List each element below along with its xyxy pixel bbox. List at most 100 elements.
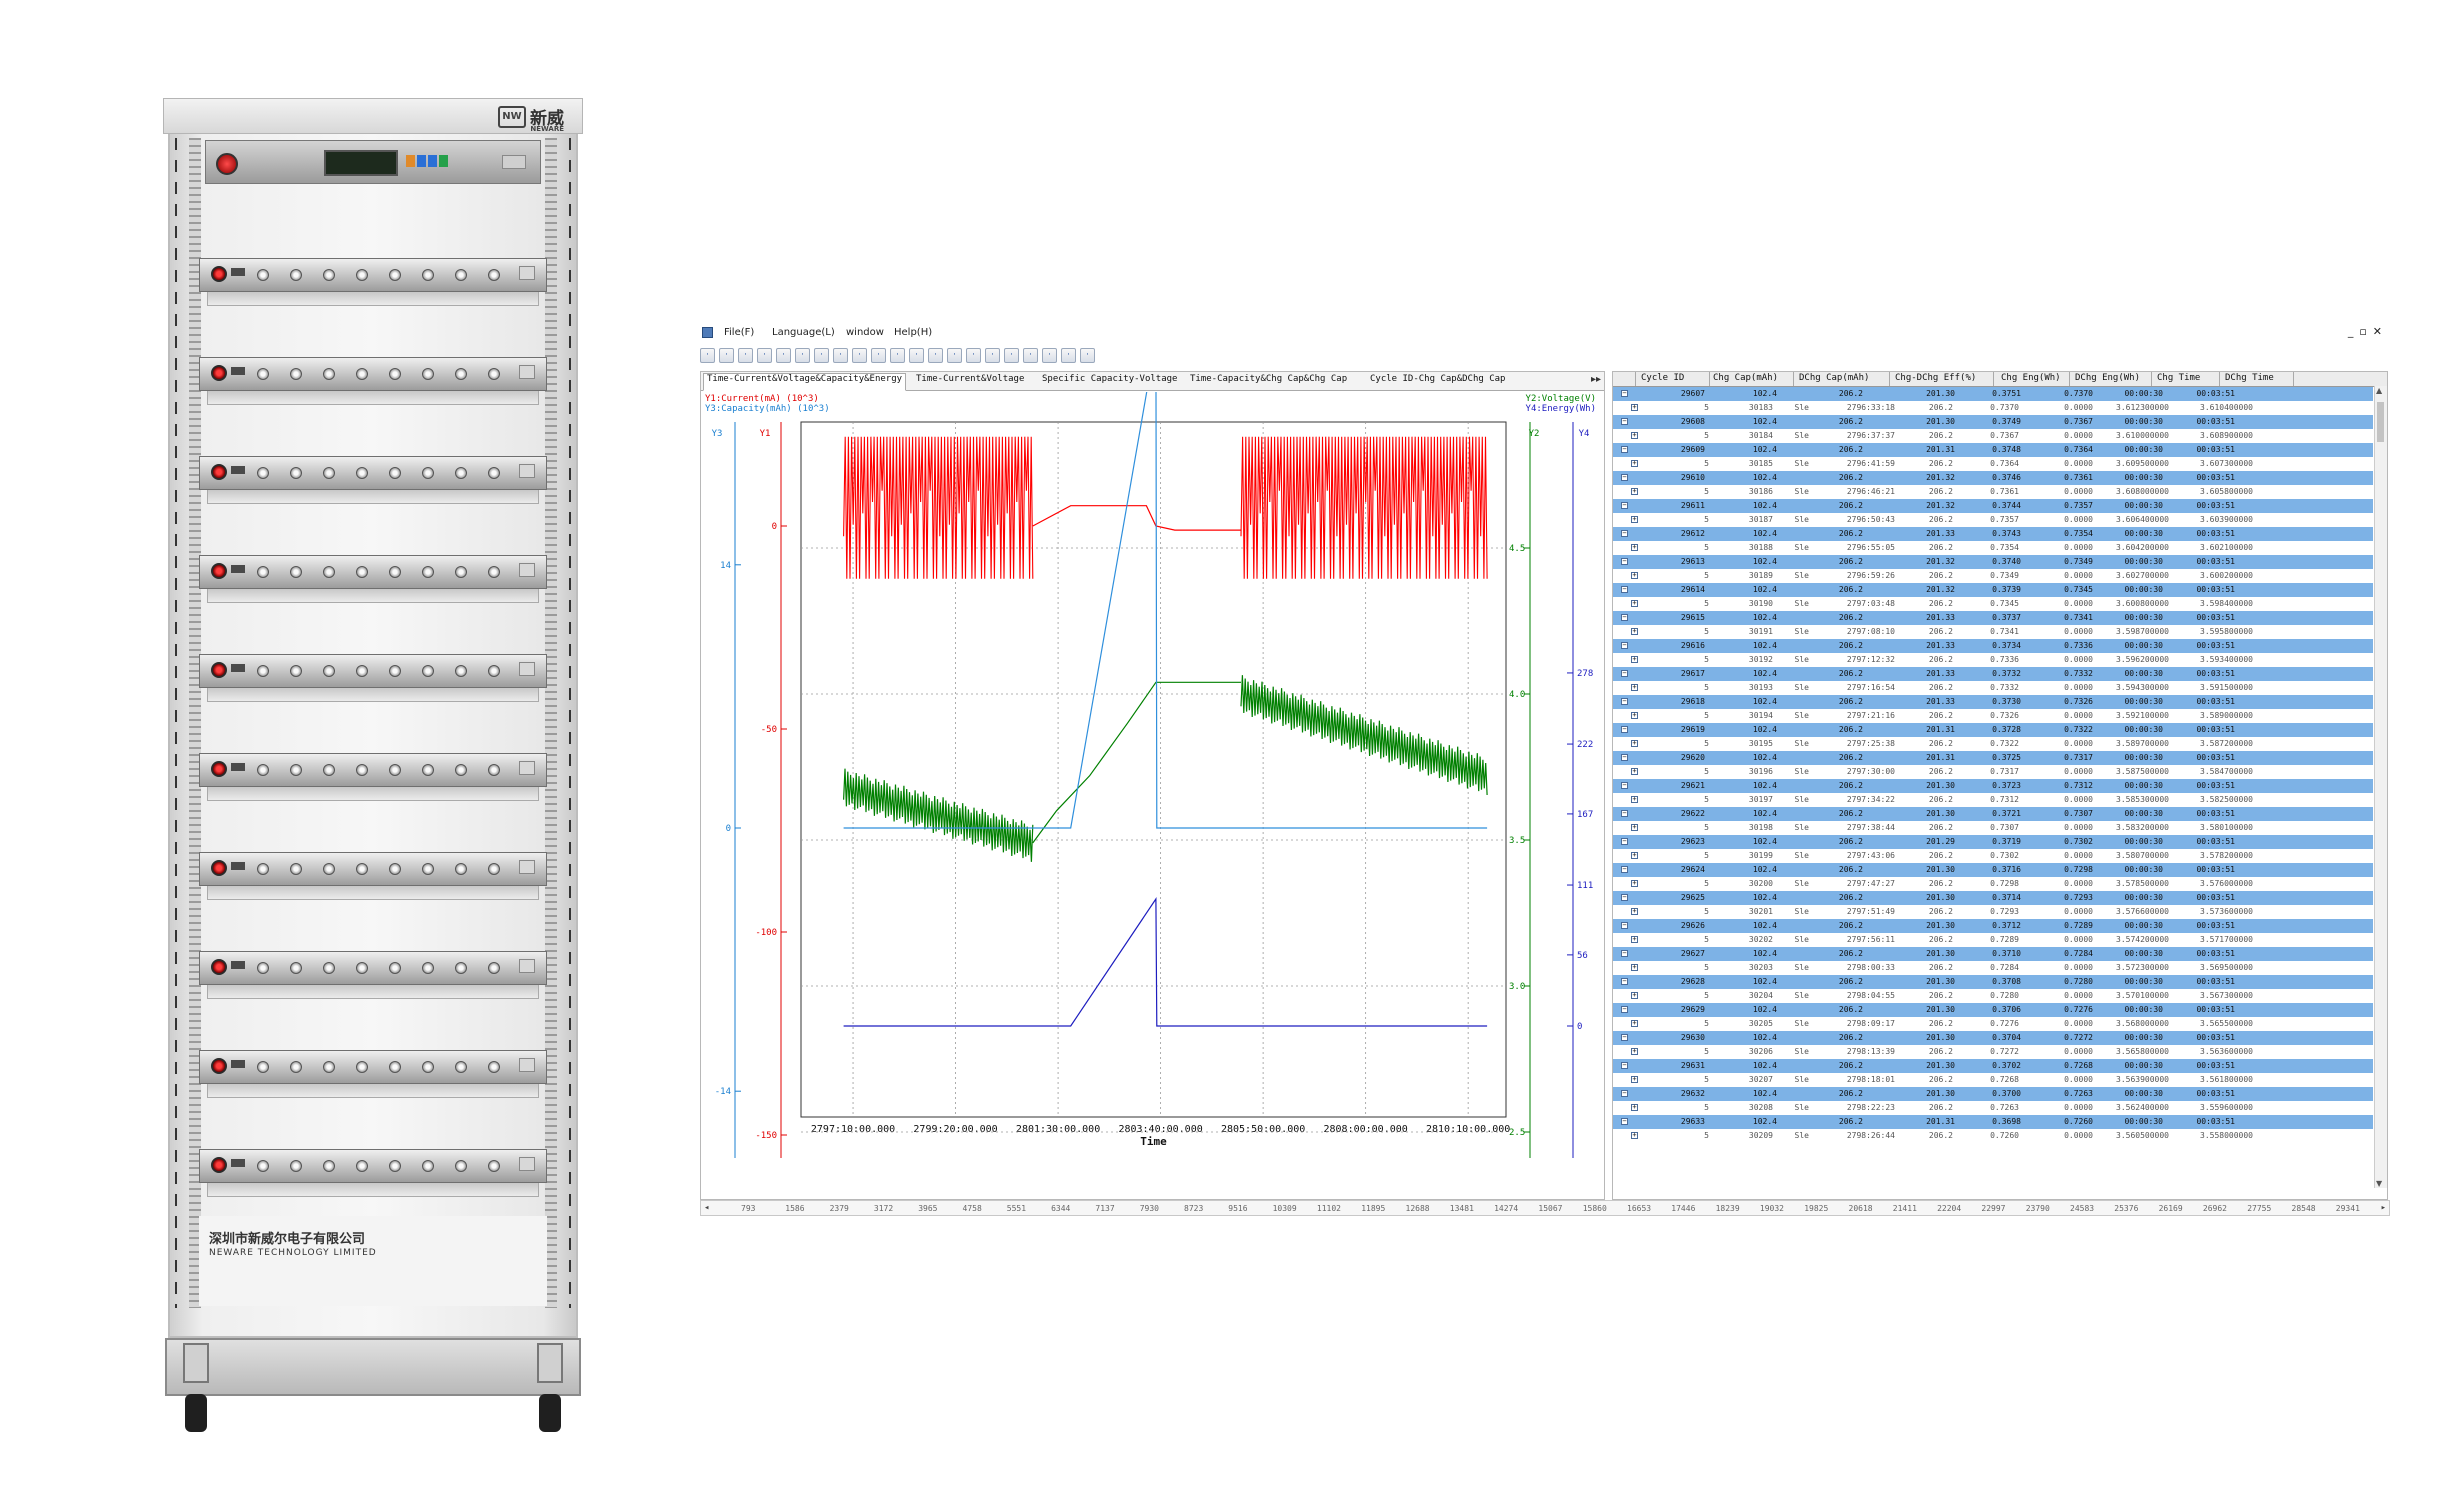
column-header[interactable]: DChg Cap(mAh) — [1799, 373, 1869, 383]
collapse-icon[interactable]: − — [1621, 502, 1628, 509]
column-header[interactable]: Chg Eng(Wh) — [2001, 373, 2061, 383]
zoom-in-icon[interactable]: · — [738, 347, 753, 363]
expand-icon[interactable]: + — [1631, 908, 1638, 915]
scroll-left-icon[interactable]: ◂ — [704, 1203, 709, 1213]
collapse-icon[interactable]: − — [1621, 1118, 1628, 1125]
table-row[interactable]: − 29619 102.4 206.2 201.31 0.3728 0.7322 00:00:… — [1613, 723, 2373, 737]
table-row[interactable]: − 29613 102.4 206.2 201.32 0.3740 0.7349 00:00:… — [1613, 555, 2373, 569]
table-subrow[interactable]: +5 30203 Sle 2798:00:33 206.2 0.7284 0.0000 3.5… — [1613, 961, 2373, 975]
table-row[interactable]: − 29609 102.4 206.2 201.31 0.3748 0.7364 00:00:… — [1613, 443, 2373, 457]
collapse-icon[interactable]: − — [1621, 894, 1628, 901]
scrollbar-thumb[interactable] — [2377, 402, 2384, 442]
scroll-right-icon[interactable]: ▸ — [2381, 1203, 2386, 1213]
collapse-icon[interactable]: − — [1621, 726, 1628, 733]
table-subrow[interactable]: +5 30189 Sle 2796:59:26 206.2 0.7349 0.0000 3.6… — [1613, 569, 2373, 583]
expand-icon[interactable]: + — [1631, 1048, 1638, 1055]
column-header[interactable]: Chg Time — [2157, 373, 2200, 383]
expand-icon[interactable]: + — [1631, 768, 1638, 775]
table-row[interactable]: − 29607 102.4 206.2 201.30 0.3751 0.7370 00:00:… — [1613, 387, 2373, 401]
collapse-icon[interactable]: − — [1621, 810, 1628, 817]
collapse-icon[interactable]: − — [1621, 866, 1628, 873]
table-subrow[interactable]: +5 30201 Sle 2797:51:49 206.2 0.7293 0.0000 3.5… — [1613, 905, 2373, 919]
collapse-icon[interactable]: − — [1621, 586, 1628, 593]
table-row[interactable]: − 29620 102.4 206.2 201.31 0.3725 0.7317 00:00:… — [1613, 751, 2373, 765]
table-row[interactable]: − 29610 102.4 206.2 201.32 0.3746 0.7361 00:00:… — [1613, 471, 2373, 485]
next-icon[interactable]: · — [966, 347, 981, 363]
multi-axis-chart[interactable]: Y1:Current(mA) (10^3)Y3:Capacity(mAh) (1… — [701, 392, 1604, 1198]
table-row[interactable]: − 29629 102.4 206.2 201.30 0.3706 0.7276 00:00:… — [1613, 1003, 2373, 1017]
table-subrow[interactable]: +5 30204 Sle 2798:04:55 206.2 0.7280 0.0000 3.5… — [1613, 989, 2373, 1003]
table-subrow[interactable]: +5 30197 Sle 2797:34:22 206.2 0.7312 0.0000 3.5… — [1613, 793, 2373, 807]
horizontal-record-scrollbar[interactable]: ◂ ▸ 793 1586 2379 3172 3965 4758 5551 6344 7137 7… — [700, 1200, 2390, 1216]
table-row[interactable]: − 29622 102.4 206.2 201.30 0.3721 0.7307 00:00:… — [1613, 807, 2373, 821]
collapse-icon[interactable]: − — [1621, 950, 1628, 957]
table-row[interactable]: − 29617 102.4 206.2 201.33 0.3732 0.7332 00:00:… — [1613, 667, 2373, 681]
expand-icon[interactable]: + — [1631, 460, 1638, 467]
table-subrow[interactable]: +5 30196 Sle 2797:30:00 206.2 0.7317 0.0000 3.5… — [1613, 765, 2373, 779]
table-row[interactable]: − 29630 102.4 206.2 201.30 0.3704 0.7272 00:00:… — [1613, 1031, 2373, 1045]
more-tabs-icon[interactable]: ▸▸ — [1591, 374, 1601, 385]
expand-icon[interactable]: + — [1631, 1020, 1638, 1027]
collapse-icon[interactable]: − — [1621, 698, 1628, 705]
collapse-icon[interactable]: − — [1621, 754, 1628, 761]
menu-help[interactable]: Help(H) — [894, 327, 932, 338]
close-icon[interactable]: ✕ — [2373, 325, 2382, 338]
column-header[interactable]: Chg-DChg Eff(%) — [1895, 373, 1976, 383]
pointer-icon[interactable]: · — [719, 347, 734, 363]
collapse-icon[interactable]: − — [1621, 782, 1628, 789]
table-subrow[interactable]: +5 30199 Sle 2797:43:06 206.2 0.7302 0.0000 3.5… — [1613, 849, 2373, 863]
table-subrow[interactable]: +5 30193 Sle 2797:16:54 206.2 0.7332 0.0000 3.5… — [1613, 681, 2373, 695]
expand-icon[interactable]: + — [1631, 1076, 1638, 1083]
scroll-up-icon[interactable]: ▲ — [2376, 386, 2382, 395]
collapse-icon[interactable]: − — [1621, 978, 1628, 985]
table-subrow[interactable]: +5 30198 Sle 2797:38:44 206.2 0.7307 0.0000 3.5… — [1613, 821, 2373, 835]
table-subrow[interactable]: +5 30188 Sle 2796:55:05 206.2 0.7354 0.0000 3.6… — [1613, 541, 2373, 555]
scroll-down-icon[interactable]: ▼ — [2376, 1179, 2382, 1188]
column-header[interactable]: DChg Eng(Wh) — [2075, 373, 2140, 383]
collapse-icon[interactable]: − — [1621, 1090, 1628, 1097]
tab-time-current-voltage[interactable]: Time-Current&Voltage — [913, 374, 1027, 390]
table-subrow[interactable]: +5 30194 Sle 2797:21:16 206.2 0.7326 0.0000 3.5… — [1613, 709, 2373, 723]
tab-time-capacity[interactable]: Time-Capacity&Chg Cap&Chg Cap — [1187, 374, 1350, 390]
expand-icon[interactable]: + — [1631, 516, 1638, 523]
collapse-icon[interactable]: − — [1621, 446, 1628, 453]
expand-icon[interactable]: + — [1631, 880, 1638, 887]
table-row[interactable]: − 29621 102.4 206.2 201.30 0.3723 0.7312 00:00:… — [1613, 779, 2373, 793]
collapse-icon[interactable]: − — [1621, 530, 1628, 537]
table-subrow[interactable]: +5 30205 Sle 2798:09:17 206.2 0.7276 0.0000 3.5… — [1613, 1017, 2373, 1031]
expand-icon[interactable]: + — [1631, 572, 1638, 579]
table-subrow[interactable]: +5 30200 Sle 2797:47:27 206.2 0.7298 0.0000 3.5… — [1613, 877, 2373, 891]
table-subrow[interactable]: +5 30185 Sle 2796:41:59 206.2 0.7364 0.0000 3.6… — [1613, 457, 2373, 471]
expand-icon[interactable]: + — [1631, 964, 1638, 971]
table-row[interactable]: − 29618 102.4 206.2 201.33 0.3730 0.7326 00:00:… — [1613, 695, 2373, 709]
table-row[interactable]: − 29627 102.4 206.2 201.30 0.3710 0.7284 00:00:… — [1613, 947, 2373, 961]
table-subrow[interactable]: +5 30195 Sle 2797:25:38 206.2 0.7322 0.0000 3.5… — [1613, 737, 2373, 751]
collapse-icon[interactable]: − — [1621, 670, 1628, 677]
table-subrow[interactable]: +5 30209 Sle 2798:26:44 206.2 0.7260 0.0000 3.5… — [1613, 1129, 2373, 1143]
expand-icon[interactable]: + — [1631, 628, 1638, 635]
collapse-icon[interactable]: − — [1621, 1034, 1628, 1041]
table-subrow[interactable]: +5 30202 Sle 2797:56:11 206.2 0.7289 0.0000 3.5… — [1613, 933, 2373, 947]
menu-language[interactable]: Language(L) — [772, 327, 835, 338]
expand-icon[interactable]: + — [1631, 488, 1638, 495]
table-row[interactable]: − 29625 102.4 206.2 201.30 0.3714 0.7293 00:00:… — [1613, 891, 2373, 905]
restore-icon[interactable]: ▫ — [2359, 325, 2366, 338]
open-icon[interactable]: · — [700, 347, 715, 363]
collapse-icon[interactable]: − — [1621, 838, 1628, 845]
expand-icon[interactable]: + — [1631, 992, 1638, 999]
tab-specific-capacity-voltage[interactable]: Specific Capacity-Voltage — [1039, 374, 1180, 390]
table-row[interactable]: − 29628 102.4 206.2 201.30 0.3708 0.7280 00:00:… — [1613, 975, 2373, 989]
collapse-icon[interactable]: − — [1621, 922, 1628, 929]
tab-time-current-voltage-capacity-energy[interactable]: Time-Current&Voltage&Capacity&Energy — [703, 373, 907, 391]
collapse-icon[interactable]: − — [1621, 1062, 1628, 1069]
table-subrow[interactable]: +5 30187 Sle 2796:50:43 206.2 0.7357 0.0000 3.6… — [1613, 513, 2373, 527]
table-subrow[interactable]: +5 30183 Sle 2796:33:18 206.2 0.7370 0.0000 3.6… — [1613, 401, 2373, 415]
zoom-out-icon[interactable]: · — [757, 347, 772, 363]
table-row[interactable]: − 29631 102.4 206.2 201.30 0.3702 0.7268 00:00:… — [1613, 1059, 2373, 1073]
expand-icon[interactable]: + — [1631, 852, 1638, 859]
collapse-icon[interactable]: − — [1621, 418, 1628, 425]
table-row[interactable]: − 29632 102.4 206.2 201.30 0.3700 0.7263 00:00:… — [1613, 1087, 2373, 1101]
table-row[interactable]: − 29623 102.4 206.2 201.29 0.3719 0.7302 00:00:… — [1613, 835, 2373, 849]
collapse-icon[interactable]: − — [1621, 474, 1628, 481]
minimize-icon[interactable]: _ — [2348, 325, 2354, 338]
